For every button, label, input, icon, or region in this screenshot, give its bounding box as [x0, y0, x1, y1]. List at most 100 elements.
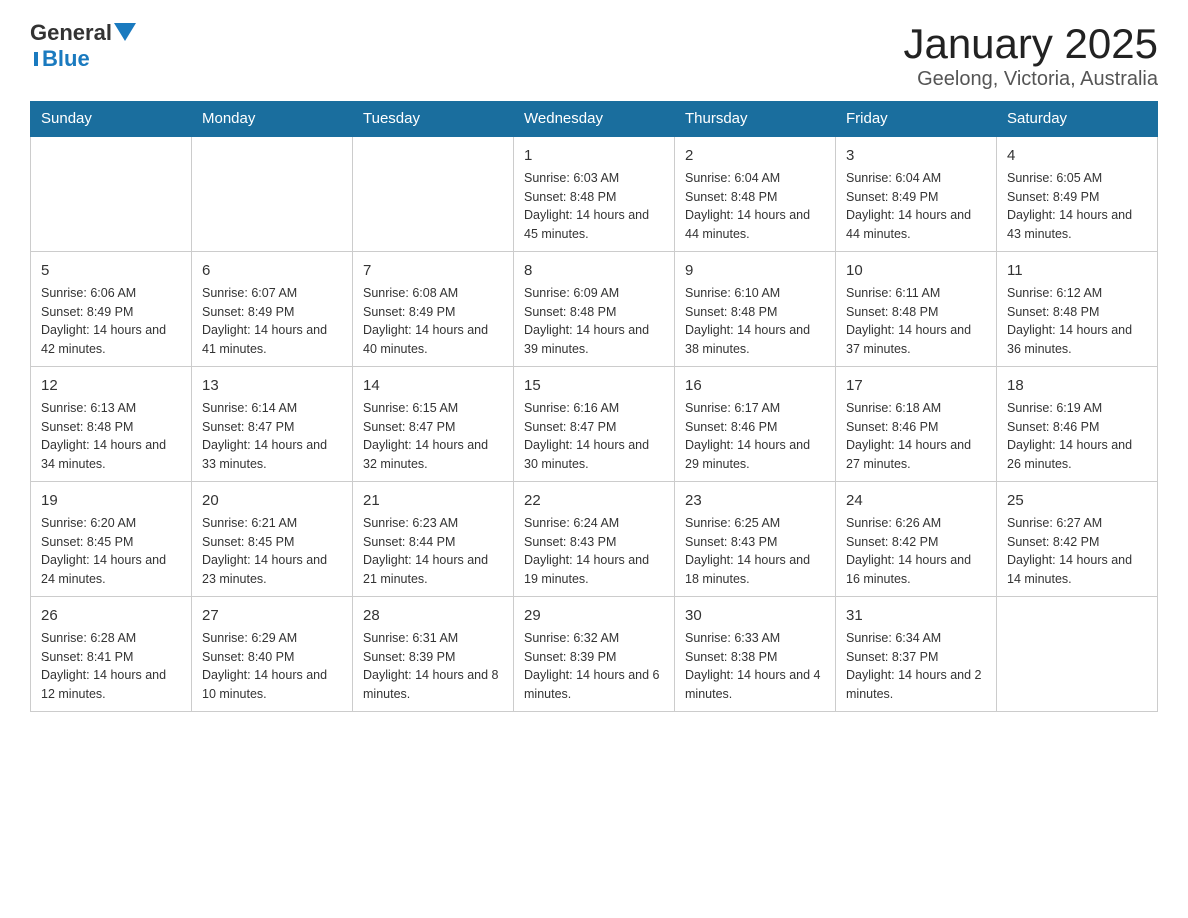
day-number: 4: [1007, 145, 1147, 166]
day-number: 20: [202, 490, 342, 511]
table-row: 20Sunrise: 6:21 AMSunset: 8:45 PMDayligh…: [192, 482, 353, 597]
day-info: Daylight: 14 hours and 38 minutes.: [685, 323, 810, 356]
day-info: Daylight: 14 hours and 39 minutes.: [524, 323, 649, 356]
day-info: Sunset: 8:48 PM: [846, 305, 938, 319]
day-info: Sunset: 8:46 PM: [1007, 420, 1099, 434]
day-info: Sunset: 8:48 PM: [685, 305, 777, 319]
day-info: Sunrise: 6:04 AM: [685, 171, 780, 185]
day-number: 2: [685, 145, 825, 166]
day-info: Sunrise: 6:20 AM: [41, 516, 136, 530]
day-info: Sunset: 8:39 PM: [524, 650, 616, 664]
table-row: [997, 597, 1158, 712]
day-info: Daylight: 14 hours and 40 minutes.: [363, 323, 488, 356]
day-info: Sunset: 8:38 PM: [685, 650, 777, 664]
day-number: 7: [363, 260, 503, 281]
calendar-week-row: 5 Sunrise: 6:06 AM Sunset: 8:49 PM Daylight…: [31, 252, 1158, 367]
day-info: Sunrise: 6:05 AM: [1007, 171, 1102, 185]
day-info: Daylight: 14 hours and 23 minutes.: [202, 553, 327, 586]
day-number: 15: [524, 375, 664, 396]
table-row: 4Sunrise: 6:05 AMSunset: 8:49 PMDaylight…: [997, 136, 1158, 252]
day-info: Sunrise: 6:10 AM: [685, 286, 780, 300]
day-info: Sunset: 8:42 PM: [846, 535, 938, 549]
day-number: 30: [685, 605, 825, 626]
day-number: 25: [1007, 490, 1147, 511]
day-number: 23: [685, 490, 825, 511]
day-info: Daylight: 14 hours and 41 minutes.: [202, 323, 327, 356]
day-info: Daylight: 14 hours and 19 minutes.: [524, 553, 649, 586]
column-header-friday: Friday: [836, 102, 997, 137]
day-number: 3: [846, 145, 986, 166]
day-number: 26: [41, 605, 181, 626]
logo-triangle-icon: [114, 23, 136, 45]
day-info: Sunset: 8:49 PM: [41, 305, 133, 319]
table-row: 16Sunrise: 6:17 AMSunset: 8:46 PMDayligh…: [675, 367, 836, 482]
day-info: Sunset: 8:47 PM: [524, 420, 616, 434]
day-info: Sunset: 8:37 PM: [846, 650, 938, 664]
table-row: 28Sunrise: 6:31 AMSunset: 8:39 PMDayligh…: [353, 597, 514, 712]
day-info: Sunset: 8:39 PM: [363, 650, 455, 664]
day-info: Daylight: 14 hours and 8 minutes.: [363, 668, 499, 701]
day-info: Sunrise: 6:06 AM: [41, 286, 136, 300]
day-info: Daylight: 14 hours and 24 minutes.: [41, 553, 166, 586]
column-header-monday: Monday: [192, 102, 353, 137]
table-row: 15Sunrise: 6:16 AMSunset: 8:47 PMDayligh…: [514, 367, 675, 482]
day-number: 12: [41, 375, 181, 396]
day-number: 10: [846, 260, 986, 281]
logo-general-text: General: [30, 20, 112, 46]
column-header-saturday: Saturday: [997, 102, 1158, 137]
table-row: 3Sunrise: 6:04 AMSunset: 8:49 PMDaylight…: [836, 136, 997, 252]
day-info: Daylight: 14 hours and 10 minutes.: [202, 668, 327, 701]
day-number: 19: [41, 490, 181, 511]
day-info: Sunrise: 6:29 AM: [202, 631, 297, 645]
day-info: Daylight: 14 hours and 26 minutes.: [1007, 438, 1132, 471]
day-info: Daylight: 14 hours and 6 minutes.: [524, 668, 660, 701]
table-row: [31, 136, 192, 252]
table-row: 27Sunrise: 6:29 AMSunset: 8:40 PMDayligh…: [192, 597, 353, 712]
day-info: Sunset: 8:49 PM: [1007, 190, 1099, 204]
day-info: Sunrise: 6:11 AM: [846, 286, 940, 300]
day-number: 27: [202, 605, 342, 626]
day-info: Sunset: 8:45 PM: [41, 535, 133, 549]
day-number: 24: [846, 490, 986, 511]
day-info: Daylight: 14 hours and 33 minutes.: [202, 438, 327, 471]
table-row: 13 Sunrise: 6:14 AM Sunset: 8:47 PM Dayligh…: [192, 367, 353, 482]
table-row: 19 Sunrise: 6:20 AM Sunset: 8:45 PM Dayligh…: [31, 482, 192, 597]
day-info: Sunrise: 6:04 AM: [846, 171, 941, 185]
logo-bar-icon: [34, 52, 38, 66]
day-info: Sunset: 8:47 PM: [202, 420, 294, 434]
day-info: Daylight: 14 hours and 37 minutes.: [846, 323, 971, 356]
table-row: 23Sunrise: 6:25 AMSunset: 8:43 PMDayligh…: [675, 482, 836, 597]
day-info: Daylight: 14 hours and 42 minutes.: [41, 323, 166, 356]
column-header-sunday: Sunday: [31, 102, 192, 137]
day-info: Sunrise: 6:13 AM: [41, 401, 136, 415]
calendar-week-row: 19 Sunrise: 6:20 AM Sunset: 8:45 PM Dayligh…: [31, 482, 1158, 597]
day-info: Sunset: 8:48 PM: [524, 190, 616, 204]
day-info: Sunrise: 6:26 AM: [846, 516, 941, 530]
day-info: Sunset: 8:42 PM: [1007, 535, 1099, 549]
day-number: 5: [41, 260, 181, 281]
day-info: Sunset: 8:48 PM: [41, 420, 133, 434]
day-number: 17: [846, 375, 986, 396]
calendar-week-row: 26Sunrise: 6:28 AMSunset: 8:41 PMDayligh…: [31, 597, 1158, 712]
table-row: 10 Sunrise: 6:11 AM Sunset: 8:48 PM Dayligh…: [836, 252, 997, 367]
day-info: Daylight: 14 hours and 44 minutes.: [685, 208, 810, 241]
day-info: Sunset: 8:46 PM: [685, 420, 777, 434]
day-info: Sunrise: 6:16 AM: [524, 401, 619, 415]
calendar-week-row: 1Sunrise: 6:03 AMSunset: 8:48 PMDaylight…: [31, 136, 1158, 252]
logo-blue-text: Blue: [42, 46, 90, 72]
day-info: Sunset: 8:48 PM: [1007, 305, 1099, 319]
day-number: 16: [685, 375, 825, 396]
column-header-thursday: Thursday: [675, 102, 836, 137]
day-info: Sunset: 8:46 PM: [846, 420, 938, 434]
day-info: Sunset: 8:41 PM: [41, 650, 133, 664]
day-info: Daylight: 14 hours and 36 minutes.: [1007, 323, 1132, 356]
table-row: 7Sunrise: 6:08 AMSunset: 8:49 PMDaylight…: [353, 252, 514, 367]
day-info: Sunset: 8:48 PM: [524, 305, 616, 319]
day-info: Sunrise: 6:14 AM: [202, 401, 297, 415]
logo: General Blue: [30, 20, 136, 72]
day-info: Sunrise: 6:19 AM: [1007, 401, 1102, 415]
day-number: 13: [202, 375, 342, 396]
calendar-table: SundayMondayTuesdayWednesdayThursdayFrid…: [30, 101, 1158, 712]
day-number: 31: [846, 605, 986, 626]
table-row: 5 Sunrise: 6:06 AM Sunset: 8:49 PM Daylight…: [31, 252, 192, 367]
